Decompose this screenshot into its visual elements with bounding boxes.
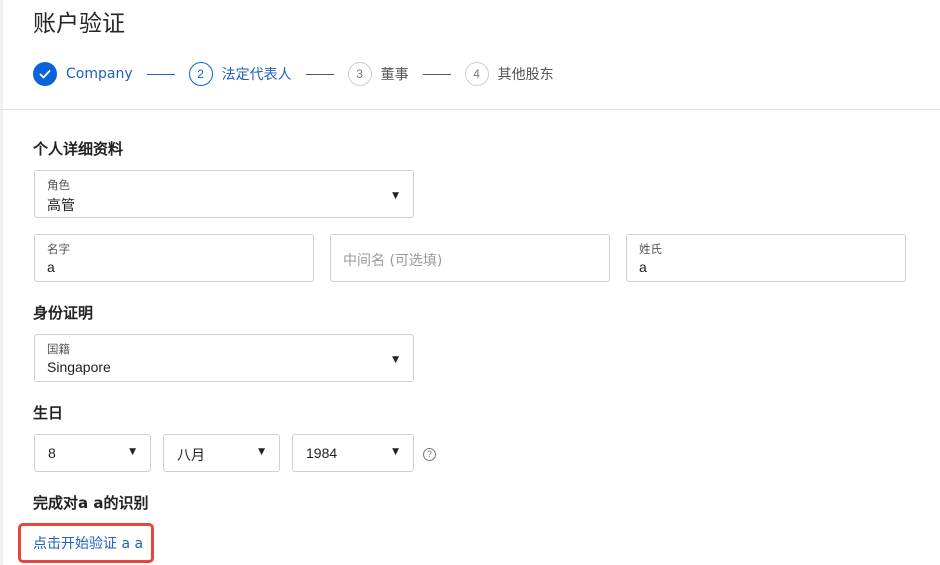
- step-legal-representative[interactable]: 2 法定代表人: [188, 62, 292, 86]
- caret-down-icon: ▼: [392, 355, 399, 365]
- caret-down-icon: ▼: [392, 447, 399, 457]
- step-label-legal-representative: 法定代表人: [221, 67, 292, 83]
- nationality-select[interactable]: 国籍 Singapore ▼: [34, 334, 414, 382]
- birth-day-select[interactable]: 8 ▼: [34, 434, 151, 472]
- page-title: 账户验证: [33, 11, 125, 37]
- step-connector: [146, 73, 175, 75]
- progress-stepper: Company 2 法定代表人 3 董事 4 其他股东: [33, 61, 554, 87]
- step-connector: [422, 73, 451, 75]
- birth-month-select[interactable]: 八月 ▼: [163, 434, 280, 472]
- step-other-shareholders[interactable]: 4 其他股东: [464, 62, 554, 86]
- first-name-value: a: [47, 259, 55, 275]
- middle-name-field[interactable]: 中间名 (可选填): [330, 234, 610, 282]
- caret-down-icon: ▼: [392, 191, 399, 201]
- start-verification-link[interactable]: 点击开始验证 a a: [33, 533, 143, 553]
- birth-month-value: 八月: [177, 448, 205, 464]
- caret-down-icon: ▼: [129, 447, 136, 457]
- step-label-directors: 董事: [380, 67, 409, 83]
- step-connector: [305, 73, 334, 75]
- step-directors[interactable]: 3 董事: [347, 62, 409, 86]
- birthday-title: 生日: [33, 404, 64, 422]
- step-number-2: 2: [188, 62, 213, 86]
- role-value: 高管: [47, 198, 75, 214]
- step-label-company: Company: [66, 66, 133, 82]
- last-name-field[interactable]: 姓氏 a: [626, 234, 906, 282]
- help-icon[interactable]: ?: [423, 448, 436, 461]
- check-icon: [33, 62, 57, 86]
- step-label-other-shareholders: 其他股东: [497, 67, 554, 83]
- step-number-4: 4: [464, 62, 489, 86]
- birth-year-select[interactable]: 1984 ▼: [292, 434, 414, 472]
- identity-title: 身份证明: [33, 304, 94, 322]
- role-label: 角色: [47, 178, 70, 192]
- nationality-value: Singapore: [47, 359, 111, 375]
- middle-name-placeholder: 中间名 (可选填): [343, 253, 443, 269]
- step-company[interactable]: Company: [33, 62, 133, 86]
- last-name-label: 姓氏: [639, 242, 662, 256]
- birth-day-value: 8: [48, 445, 56, 461]
- first-name-field[interactable]: 名字 a: [34, 234, 314, 282]
- step-number-3: 3: [347, 62, 372, 86]
- first-name-label: 名字: [47, 242, 70, 256]
- role-select[interactable]: 角色 高管 ▼: [34, 170, 414, 218]
- verification-title: 完成对a a的识别: [33, 494, 149, 512]
- personal-details-title: 个人详细资料: [33, 140, 124, 158]
- last-name-value: a: [639, 259, 647, 275]
- nationality-label: 国籍: [47, 342, 70, 356]
- page-header: 账户验证 Company 2 法定代表人 3 董事 4 其他股东: [0, 0, 940, 110]
- caret-down-icon: ▼: [258, 447, 265, 457]
- birth-year-value: 1984: [306, 445, 338, 461]
